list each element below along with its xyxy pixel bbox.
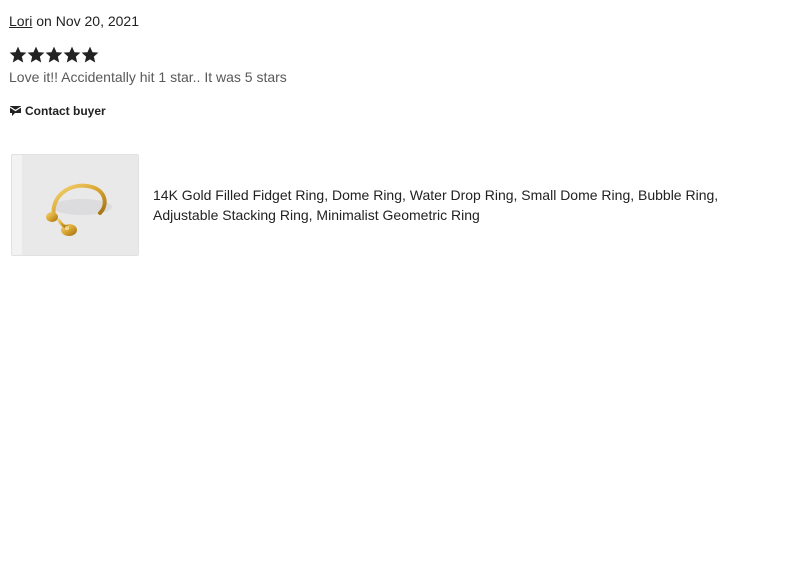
- gold-ring-image: [46, 183, 112, 236]
- listing-title-link[interactable]: 14K Gold Filled Fidget Ring, Dome Ring, …: [153, 185, 773, 225]
- star-icon: [81, 46, 99, 64]
- listing-thumbnail[interactable]: [11, 154, 139, 256]
- star-icon: [27, 46, 45, 64]
- contact-buyer-button[interactable]: Contact buyer: [9, 104, 119, 118]
- star-icon: [63, 46, 81, 64]
- star-rating: [9, 46, 799, 64]
- listing-item: 14K Gold Filled Fidget Ring, Dome Ring, …: [11, 154, 773, 256]
- review-card: Lori on Nov 20, 2021 Love it!! Accidenta…: [9, 12, 799, 118]
- review-text: Love it!! Accidentally hit 1 star.. It w…: [9, 69, 287, 85]
- reviewer-name-link[interactable]: Lori: [9, 13, 32, 29]
- star-icon: [45, 46, 63, 64]
- star-icon: [9, 46, 27, 64]
- contact-buyer-label: Contact buyer: [25, 104, 106, 118]
- review-date: on Nov 20, 2021: [32, 13, 139, 29]
- review-byline: Lori on Nov 20, 2021: [9, 12, 799, 30]
- envelope-icon: [9, 105, 22, 118]
